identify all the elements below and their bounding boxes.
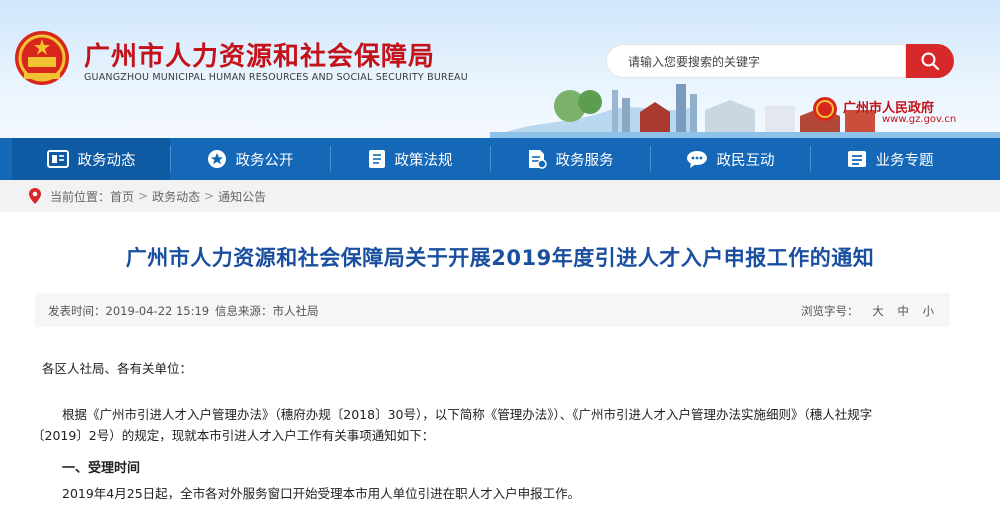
- breadcrumb-separator: >: [204, 189, 215, 203]
- section-heading: 一、受理时间: [62, 461, 141, 476]
- main-nav: 政务动态 政务公开 政策法规 政务服务 政民互动 业务专题: [0, 138, 1000, 180]
- nav-item-interaction[interactable]: 政民互动: [651, 138, 809, 180]
- gz-government-logo-icon: [813, 97, 837, 121]
- salutation: 各区人社局、各有关单位：: [42, 361, 193, 376]
- nav-item-topics[interactable]: 业务专题: [811, 138, 969, 180]
- document-icon: [368, 150, 385, 168]
- nav-label: 业务专题: [875, 152, 934, 169]
- watermark-sub: anjuke.com: [880, 463, 943, 474]
- font-size-label: 浏览字号：: [801, 304, 859, 318]
- bureau-title: 广州市人力资源和社会保障局: [84, 42, 436, 72]
- search-button[interactable]: [906, 44, 954, 78]
- paragraph-line: 〔2019〕2号）的规定，现就本市引进人才入户工作有关事项通知如下：: [32, 428, 435, 443]
- nav-label: 政务公开: [235, 152, 294, 169]
- chat-icon: [686, 151, 707, 168]
- nav-item-news[interactable]: 政务动态: [12, 138, 170, 180]
- breadcrumb-home[interactable]: 首页: [110, 188, 134, 205]
- nav-label: 政务服务: [555, 152, 614, 169]
- publish-time: 发表时间：2019-04-22 15:19: [48, 304, 210, 318]
- search-box: [606, 44, 906, 80]
- paragraph: 2019年4月25日起，全市各对外服务窗口开始受理本市用人单位引进在职人才入户申…: [62, 486, 581, 501]
- search-input[interactable]: [626, 44, 900, 80]
- nav-item-service[interactable]: 政务服务: [491, 138, 649, 180]
- watermark: 安居客 anjuke.com: [880, 430, 990, 474]
- search-icon: [921, 52, 940, 71]
- star-circle-icon: [207, 150, 226, 168]
- info-source: 信息来源：市人社局: [215, 304, 319, 318]
- breadcrumb-news[interactable]: 政务动态: [152, 188, 200, 205]
- nav-label: 政民互动: [716, 152, 775, 169]
- service-icon: [528, 150, 547, 169]
- gov-url[interactable]: www.gz.gov.cn: [882, 114, 956, 125]
- font-size-medium[interactable]: 中: [897, 304, 909, 318]
- breadcrumb-label: 当前位置：: [50, 189, 111, 204]
- article-meta-bar: 发表时间：2019-04-22 15:19 信息来源：市人社局 浏览字号： 大 …: [35, 293, 950, 327]
- watermark-text: 安居客: [880, 436, 955, 464]
- font-size-large[interactable]: 大: [872, 304, 884, 318]
- font-size-small[interactable]: 小: [923, 304, 935, 318]
- breadcrumb-separator: >: [138, 189, 149, 203]
- font-size-control: 浏览字号： 大 中 小: [801, 303, 934, 319]
- national-emblem-icon: [15, 31, 69, 85]
- bureau-subtitle: GUANGZHOU MUNICIPAL HUMAN RESOURCES AND …: [84, 72, 468, 83]
- nav-item-policy[interactable]: 政策法规: [331, 138, 489, 180]
- site-header: 广州市人力资源和社会保障局 GUANGZHOU MUNICIPAL HUMAN …: [0, 0, 1000, 138]
- topic-icon: [847, 151, 866, 167]
- breadcrumb: 当前位置： 首页 > 政务动态 > 通知公告: [0, 180, 1000, 212]
- article-content: 广州市人力资源和社会保障局关于开展2019年度引进人才入户申报工作的通知 发表时…: [30, 212, 970, 505]
- location-pin-icon: [29, 188, 41, 204]
- news-icon: [46, 150, 69, 168]
- nav-item-public[interactable]: 政务公开: [171, 138, 329, 180]
- article-title: 广州市人力资源和社会保障局关于开展2019年度引进人才入户申报工作的通知: [125, 246, 875, 270]
- paragraph-line: 根据《广州市引进人才入户管理办法》（穗府办规〔2018〕30号），以下简称《管理…: [62, 407, 873, 422]
- nav-label: 政策法规: [394, 152, 453, 169]
- breadcrumb-notices[interactable]: 通知公告: [218, 188, 266, 205]
- nav-label: 政务动态: [77, 152, 136, 169]
